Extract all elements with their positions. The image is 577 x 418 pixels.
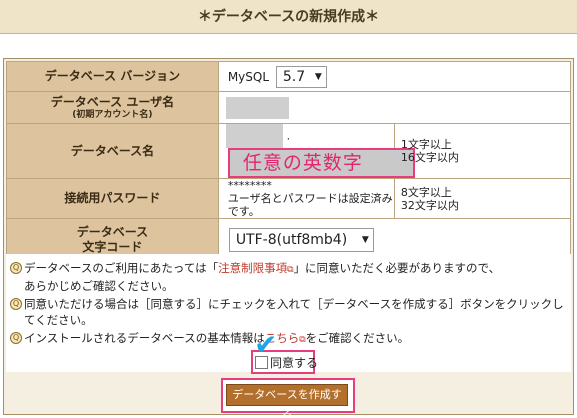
dbname-row: データベース名 . 任意の英数字 1文字以上 16文字以内 bbox=[6, 123, 572, 179]
note-agree: Q 同意いただける場合は［同意する］にチェックを入れて［データベースを作成する］… bbox=[10, 296, 567, 328]
mysql-label: MySQL bbox=[227, 69, 270, 84]
note-info: Q インストールされるデータベースの基本情報はこちら⧉をご確認ください。 bbox=[10, 330, 567, 348]
version-label: データベース バージョン bbox=[6, 61, 219, 92]
user-row: データベース ユーザ名 (初期アカウント名) bbox=[6, 91, 572, 124]
page-title-bar: ＊データベースの新規作成＊ bbox=[0, 0, 577, 34]
dbname-input[interactable]: 任意の英数字 bbox=[227, 148, 415, 178]
password-info: ユーザ名とパスワードは設定済みです。 bbox=[227, 192, 393, 218]
page-title: ＊データベースの新規作成＊ bbox=[197, 9, 380, 25]
password-cell: ******** ユーザ名とパスワードは設定済みです。 bbox=[217, 178, 395, 219]
dbname-dot: . bbox=[286, 129, 291, 143]
dbname-cell: . 任意の英数字 bbox=[217, 123, 415, 179]
note-terms-text3: あらかじめご確認ください。 bbox=[24, 279, 174, 293]
password-row: 接続用パスワード ******** ユーザ名とパスワードは設定済みです。 8文字… bbox=[6, 178, 572, 219]
database-form-table: データベース バージョン MySQL 5.7 ▼ データベース ユーザ名 (初期… bbox=[6, 61, 572, 262]
dbname-label: データベース名 bbox=[6, 123, 219, 179]
charset-label-line1: データベース bbox=[76, 225, 149, 239]
password-note-line2: 32文字以内 bbox=[400, 198, 459, 212]
user-label: データベース ユーザ名 bbox=[50, 94, 175, 109]
dbname-note: 1文字以上 16文字以内 bbox=[393, 123, 572, 179]
charset-select[interactable]: UTF-8(utf8mb4) ▼ bbox=[228, 228, 374, 252]
note-terms: Q データベースのご利用にあたっては「注意制限事項⧉」に同意いただく必要がありま… bbox=[10, 260, 567, 294]
version-select[interactable]: 5.7 ▼ bbox=[275, 65, 327, 88]
info-icon: Q bbox=[10, 262, 22, 274]
dbname-note-line1: 1文字以上 bbox=[400, 138, 452, 151]
chevron-down-icon: ▼ bbox=[314, 71, 322, 82]
version-select-value: 5.7 bbox=[282, 68, 306, 85]
password-note-line1: 8文字以上 bbox=[400, 185, 452, 199]
username-redacted bbox=[225, 96, 289, 119]
version-cell: MySQL 5.7 ▼ bbox=[217, 61, 572, 92]
dbname-prefix-redacted bbox=[225, 124, 283, 148]
user-label-cell: データベース ユーザ名 (初期アカウント名) bbox=[6, 91, 219, 124]
restrictions-link[interactable]: 注意制限事項 bbox=[218, 261, 287, 275]
info-icon: Q bbox=[10, 298, 22, 310]
version-row: データベース バージョン MySQL 5.7 ▼ bbox=[6, 61, 572, 92]
charset-label-line2: 文字コード bbox=[82, 240, 143, 254]
password-label: 接続用パスワード bbox=[6, 178, 219, 219]
note-agree-text: 同意いただける場合は［同意する］にチェックを入れて［データベースを作成する］ボタ… bbox=[24, 297, 564, 327]
user-cell bbox=[217, 91, 572, 124]
create-database-button[interactable]: データベースを作成する bbox=[226, 384, 348, 418]
charset-select-value: UTF-8(utf8mb4) bbox=[235, 232, 348, 248]
note-terms-text2: 」に同意いただく必要がありますので、 bbox=[293, 261, 501, 275]
chevron-down-icon: ▼ bbox=[361, 235, 369, 245]
agree-label[interactable]: 同意する bbox=[270, 356, 318, 370]
checkmark-icon: ✔ bbox=[254, 328, 278, 361]
user-sublabel: (初期アカウント名) bbox=[72, 109, 153, 120]
password-value: ******** bbox=[227, 179, 272, 192]
note-info-text2: をご確認ください。 bbox=[305, 331, 410, 345]
note-info-text1: インストールされるデータベースの基本情報は bbox=[24, 331, 265, 345]
dbname-note-line2: 16文字以内 bbox=[400, 151, 459, 164]
note-terms-text1: データベースのご利用にあたっては「 bbox=[24, 261, 219, 275]
password-note: 8文字以上 32文字以内 bbox=[393, 178, 572, 219]
info-icon: Q bbox=[10, 332, 22, 344]
